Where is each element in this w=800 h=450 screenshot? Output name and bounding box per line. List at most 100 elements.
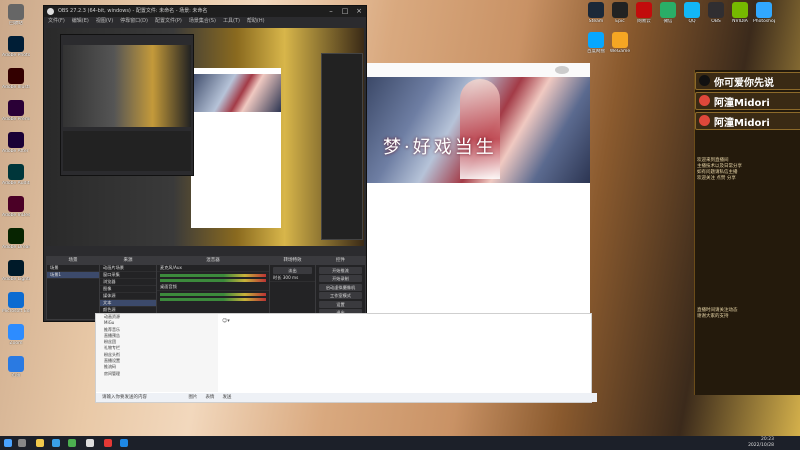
- desktop-icon[interactable]: 网易云: [633, 2, 655, 24]
- social-link[interactable]: 你可爱你先说: [695, 72, 800, 90]
- app-icon: [588, 32, 604, 48]
- app2-taskbar-icon[interactable]: [120, 439, 128, 447]
- app-icon: [756, 2, 772, 18]
- desktop-icon[interactable]: 迅雷: [2, 356, 30, 378]
- desktop-icon[interactable]: Adobe Premiere: [2, 100, 30, 122]
- desktop-icon-label: Adobe Audition: [2, 181, 30, 186]
- mixer-channel-label: 桌面音频: [157, 284, 269, 291]
- desktop-icon[interactable]: Adobe Lightroom: [2, 260, 30, 282]
- volume-meter[interactable]: [160, 279, 266, 282]
- maximize-icon[interactable]: □: [338, 6, 352, 17]
- chat-bar-button[interactable]: 发送: [222, 395, 231, 400]
- control-button[interactable]: 工作室模式: [319, 292, 362, 299]
- wechat-icon[interactable]: [68, 439, 76, 447]
- desktop-icon-label: Adobe After Effects: [2, 149, 30, 154]
- app-taskbar-icon[interactable]: [104, 439, 112, 447]
- app-icon: [732, 2, 748, 18]
- volume-meter[interactable]: [160, 298, 266, 301]
- app-icon: [684, 2, 700, 18]
- desktop-icon[interactable]: Microsoft Edge: [2, 292, 30, 314]
- control-button[interactable]: 启动虚拟摄像机: [319, 283, 362, 291]
- obs-menu-item[interactable]: 配置文件(P): [155, 18, 182, 24]
- social-link[interactable]: 阿潼Midori: [695, 112, 800, 130]
- desktop-icon[interactable]: Adobe Audition: [2, 164, 30, 186]
- control-button[interactable]: 设置: [319, 300, 362, 308]
- desktop-icon[interactable]: Adobe Illustrator: [2, 68, 30, 90]
- volume-meter[interactable]: [160, 293, 266, 296]
- nested-docks: [63, 131, 191, 171]
- app-icon: [660, 2, 676, 18]
- obs-menu-item[interactable]: 编辑(E): [72, 18, 89, 24]
- control-button[interactable]: 开始推流: [319, 266, 362, 274]
- banner-title: 梦·好戏当生: [383, 137, 497, 158]
- source-item[interactable]: 图像: [100, 286, 156, 293]
- desktop-icon[interactable]: Steam: [585, 2, 607, 24]
- overlay-notes-bottom: 直播时间请关注动态 谢谢大家的支持: [697, 308, 797, 320]
- chat-bar-button[interactable]: 表情: [205, 395, 214, 400]
- chat-list-item[interactable]: 房间管理: [96, 371, 218, 377]
- desktop-icon[interactable]: Adobe Photoshop: [2, 36, 30, 58]
- obs-preview[interactable]: [46, 28, 364, 246]
- obs-menu-item[interactable]: 停靠窗口(D): [120, 18, 148, 24]
- obs-taskbar-icon[interactable]: [86, 439, 94, 447]
- desktop-icon[interactable]: Photoshop: [753, 2, 775, 24]
- nested-preview: [63, 45, 191, 127]
- app-icon: [8, 68, 24, 84]
- scene-item[interactable]: 场景: [47, 265, 99, 272]
- source-item[interactable]: 媒体源: [100, 293, 156, 300]
- desktop-icon-label: OBS: [711, 19, 721, 24]
- desktop-icon[interactable]: Adobe After Effects: [2, 132, 30, 154]
- desktop-icon-label: 网易云: [637, 19, 651, 24]
- source-item[interactable]: 浏览器: [100, 279, 156, 286]
- app-icon: [636, 2, 652, 18]
- chat-bar-button[interactable]: 图片: [188, 395, 197, 400]
- app-icon: [612, 32, 628, 48]
- close-icon[interactable]: ×: [352, 6, 366, 17]
- source-item[interactable]: 文本: [100, 300, 156, 307]
- obs-menu-item[interactable]: 文件(F): [48, 18, 65, 24]
- desktop-icon[interactable]: Zoom: [2, 324, 30, 346]
- obs-menu-item[interactable]: 视图(V): [96, 18, 113, 24]
- obs-menu-item[interactable]: 帮助(H): [247, 18, 265, 24]
- transition-duration[interactable]: 时长 300 ms: [270, 275, 315, 282]
- volume-meter[interactable]: [160, 274, 266, 277]
- app-icon: [8, 36, 24, 52]
- system-clock[interactable]: 20:23 2022/10/28: [748, 437, 774, 449]
- desktop-icon[interactable]: Adobe InDesign: [2, 196, 30, 218]
- obs-menu-item[interactable]: 场景集合(S): [189, 18, 216, 24]
- obs-window[interactable]: OBS 27.2.3 (64-bit, windows) - 配置文件: 未命名…: [43, 5, 367, 322]
- obs-docks: 场景 场景 场景1 来源 动画片场景 窗口采集 浏览器 图像 媒体源 文本 颜色源 混音器 麦…: [46, 256, 366, 320]
- desktop-icon-label: Adobe InDesign: [2, 213, 30, 218]
- desktop-icon[interactable]: Adobe Dreamweaver: [2, 228, 30, 250]
- emoji-icon[interactable]: ☺▾: [222, 318, 242, 324]
- source-item[interactable]: 窗口采集: [100, 272, 156, 279]
- explorer-icon[interactable]: [36, 439, 44, 447]
- desktop-icon[interactable]: 百度网盘: [585, 32, 607, 54]
- desktop-icon[interactable]: WeGame: [609, 32, 631, 54]
- control-button[interactable]: 开始录制: [319, 275, 362, 282]
- obs-titlebar[interactable]: OBS 27.2.3 (64-bit, windows) - 配置文件: 未命名…: [44, 6, 366, 17]
- desktop-icon[interactable]: Epic: [609, 2, 631, 24]
- desktop-icon[interactable]: QQ: [681, 2, 703, 24]
- transition-select[interactable]: 淡出: [273, 266, 312, 274]
- desktop-icon[interactable]: 微信: [657, 2, 679, 24]
- minimize-icon[interactable]: –: [324, 6, 338, 17]
- avatar[interactable]: [555, 66, 569, 74]
- obs-menu-item[interactable]: 工具(T): [223, 18, 240, 24]
- chat-input-label[interactable]: 请输入你要发送的内容: [102, 395, 147, 400]
- scene-item[interactable]: 场景1: [47, 272, 99, 279]
- search-icon[interactable]: [18, 439, 26, 447]
- social-link[interactable]: 阿潼Midori: [695, 92, 800, 110]
- start-icon[interactable]: [4, 439, 12, 447]
- desktop-icon[interactable]: 回收站: [2, 4, 30, 26]
- desktop-icon-label: 回收站: [9, 21, 23, 26]
- desktop-icon[interactable]: NVIDIA: [729, 2, 751, 24]
- source-item[interactable]: 动画片场景: [100, 265, 156, 272]
- edge-icon[interactable]: [52, 439, 60, 447]
- desktop-icon[interactable]: OBS: [705, 2, 727, 24]
- app-icon: [588, 2, 604, 18]
- desktop-icon-label: Steam: [588, 19, 604, 24]
- app-icon: [8, 324, 24, 340]
- social-name: 阿潼Midori: [714, 118, 770, 129]
- app-icon: [8, 100, 24, 116]
